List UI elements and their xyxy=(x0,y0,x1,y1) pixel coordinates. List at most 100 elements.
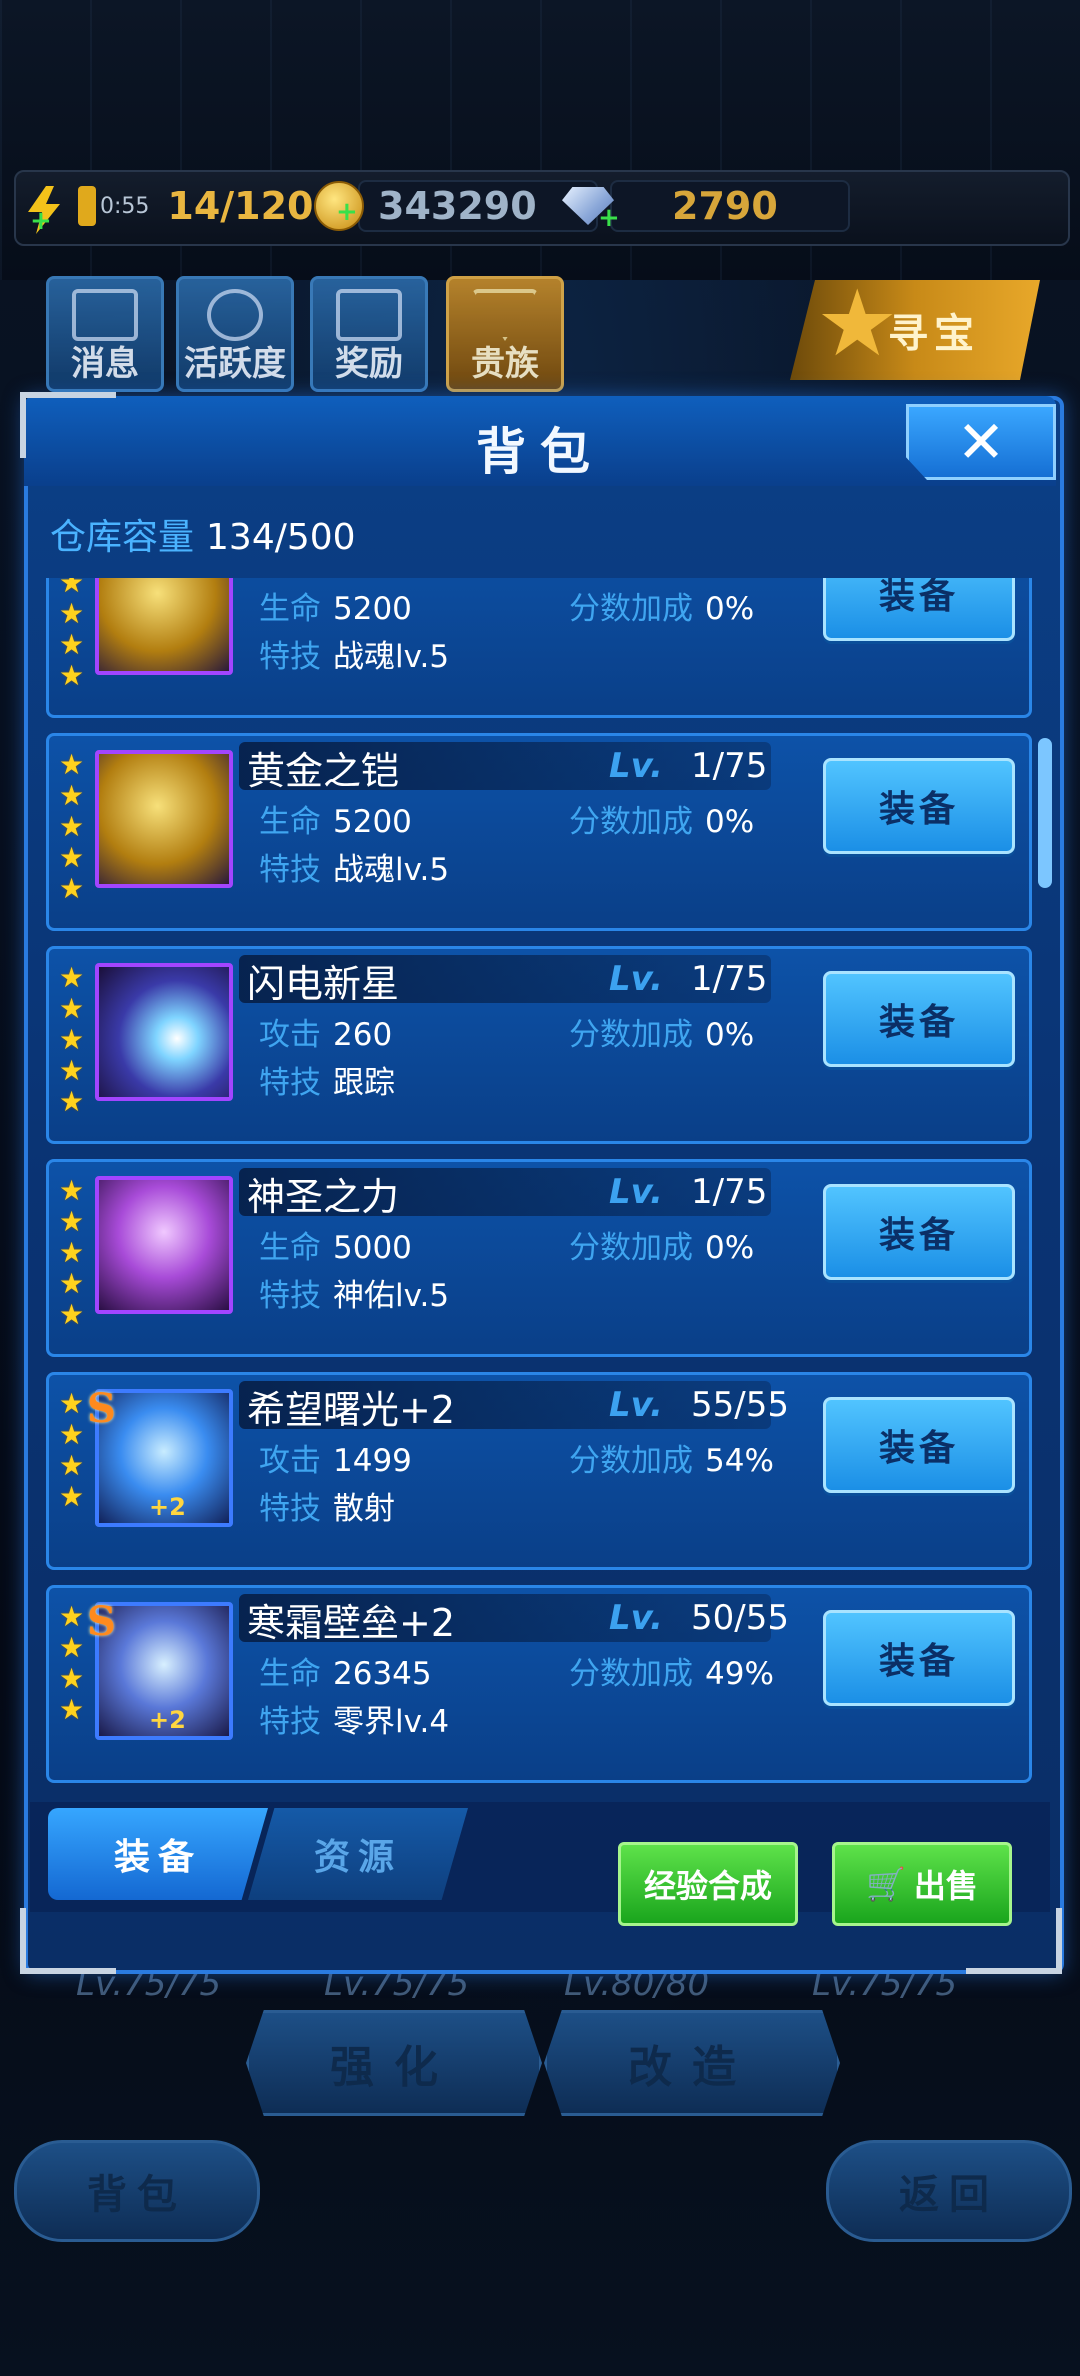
star-icon: ★ xyxy=(59,1480,85,1513)
item-name: 黄金之铠 xyxy=(247,578,399,582)
close-button[interactable]: ✕ xyxy=(906,404,1056,480)
star-icon: ★ xyxy=(59,810,85,843)
gold-armor-icon[interactable] xyxy=(95,750,233,888)
item-card[interactable]: ★★★★★黄金之铠Lv.1/75生命5200分数加成0%特技战魂lv.5装备 xyxy=(46,733,1032,931)
star-icon: ★ xyxy=(59,1174,85,1207)
star-icon: ★ xyxy=(59,597,85,630)
tab-resources[interactable]: 资源 xyxy=(248,1808,468,1900)
star-icon: ★ xyxy=(59,1236,85,1269)
lightning-icon: + xyxy=(24,186,64,236)
star-icon: ★ xyxy=(59,659,85,692)
plus-badge: +2 xyxy=(149,1493,186,1521)
equip-button[interactable]: 装备 xyxy=(823,971,1015,1067)
item-stat: 攻击 1499 xyxy=(259,1443,412,1479)
close-icon: ✕ xyxy=(956,408,1006,476)
holy-power-icon[interactable] xyxy=(95,1176,233,1314)
add-gem-icon[interactable]: + xyxy=(598,203,620,233)
strengthen-button[interactable]: 强化 xyxy=(246,2010,542,2116)
lightning-nova-icon[interactable] xyxy=(95,963,233,1101)
equip-button[interactable]: 装备 xyxy=(823,578,1015,641)
energy-resource[interactable]: + 0:55 14/120 xyxy=(24,180,332,236)
item-bonus: 分数加成 0% xyxy=(569,1017,755,1053)
item-stat: 攻击 260 xyxy=(259,1017,393,1053)
gold-armor-icon[interactable] xyxy=(95,578,233,675)
star-icon: ★ xyxy=(59,1449,85,1482)
item-bonus: 分数加成 0% xyxy=(569,804,755,840)
item-skill: 特技 战魂lv.5 xyxy=(259,639,450,675)
star-icon: ★ xyxy=(59,628,85,661)
star-rating: ★★★★★ xyxy=(59,963,89,1116)
star-icon: ★ xyxy=(59,1085,85,1118)
item-bonus: 分数加成 54% xyxy=(569,1443,774,1479)
item-stat: 生命 5200 xyxy=(259,591,412,627)
star-icon: ★ xyxy=(59,1693,85,1726)
rank-badge: S xyxy=(87,1385,116,1432)
star-icon: ★ xyxy=(59,748,85,781)
energy-bar xyxy=(78,186,96,226)
item-card[interactable]: ★ ★ ★ ★ S +2 寒霜壁垒+2 Lv. 50/55 生命 26345 分数加成 49% 特技 零界l… xyxy=(46,1585,1032,1783)
item-stat: 生命 5200 xyxy=(259,804,412,840)
item-list[interactable]: ★★★★★黄金之铠Lv.1/75生命5200分数加成0%特技战魂lv.5装备★★… xyxy=(46,578,1032,1788)
star-icon: ★ xyxy=(59,1054,85,1087)
bag-button[interactable]: 背包 xyxy=(14,2140,260,2242)
item-skill: 特技 神佑lv.5 xyxy=(259,1278,450,1314)
item-card[interactable]: ★ ★ ★ ★ ★ 神圣之力 Lv. 1/75 生命 5000 分数加成 0% 特技 神佑lv.5 装备 xyxy=(46,1159,1032,1357)
treasure-button[interactable]: ★ 寻宝 xyxy=(790,280,1040,380)
panel-corner-bottom-left xyxy=(20,1908,116,1974)
back-button[interactable]: 返回 xyxy=(826,2140,1072,2242)
star-icon: ★ xyxy=(59,841,85,874)
energy-count: 14/120 xyxy=(167,184,314,228)
star-rating: ★★★★★ xyxy=(59,750,89,903)
coin-resource[interactable]: + 343290 xyxy=(314,180,598,232)
star-icon: ★ xyxy=(59,1205,85,1238)
star-icon: ★ xyxy=(59,1662,85,1695)
item-bonus: 分数加成 0% xyxy=(569,591,755,627)
plus-badge: +2 xyxy=(149,1706,186,1734)
add-energy-icon[interactable]: + xyxy=(30,206,52,236)
exp-merge-button[interactable]: 经验合成 xyxy=(618,1842,798,1926)
item-card[interactable]: ★ ★ ★ ★ S +2 希望曙光+2 Lv. 55/55 攻击 1499 分数加成 54% 特技 散射 装备 xyxy=(46,1372,1032,1570)
noble-v-icon xyxy=(472,289,538,341)
equip-button[interactable]: 装备 xyxy=(823,1397,1015,1493)
star-icon: ★ xyxy=(59,779,85,812)
gem-resource[interactable]: + 2790 xyxy=(562,180,850,233)
star-rating: ★ ★ ★ ★ xyxy=(59,1389,89,1511)
star-icon: ★ xyxy=(59,1267,85,1300)
tab-equipment[interactable]: 装备 xyxy=(48,1808,268,1900)
item-name: 寒霜壁垒+2 xyxy=(247,1601,456,1645)
noble-button[interactable]: 贵族 xyxy=(446,276,564,392)
item-stat: 生命 5000 xyxy=(259,1230,412,1266)
equip-button[interactable]: 装备 xyxy=(823,1610,1015,1706)
star-rating: ★★★★★ xyxy=(59,1176,89,1329)
item-card[interactable]: ★★★★★黄金之铠Lv.1/75生命5200分数加成0%特技战魂lv.5装备 xyxy=(46,578,1032,718)
list-scrollbar[interactable] xyxy=(1038,738,1052,888)
item-bonus: 分数加成 0% xyxy=(569,1230,755,1266)
star-icon: ★ xyxy=(59,1631,85,1664)
item-level: Lv. 1/75 xyxy=(609,746,768,786)
star-icon: ★ xyxy=(59,961,85,994)
rank-badge: S xyxy=(87,1598,116,1645)
item-level: Lv. 1/75 xyxy=(609,1172,768,1212)
equip-button[interactable]: 装备 xyxy=(823,1184,1015,1280)
item-skill: 特技 零界lv.4 xyxy=(259,1704,450,1740)
item-name: 希望曙光+2 xyxy=(247,1388,456,1432)
star-rating: ★★★★★ xyxy=(59,578,89,690)
modify-button[interactable]: 改造 xyxy=(544,2010,840,2116)
star-rating: ★ ★ ★ ★ xyxy=(59,1602,89,1724)
mail-icon xyxy=(72,289,138,341)
star-icon: ★ xyxy=(59,1387,85,1420)
messages-button[interactable]: 消息 xyxy=(46,276,164,392)
star-icon: ★ xyxy=(59,1023,85,1056)
activity-button[interactable]: 活跃度 xyxy=(176,276,294,392)
item-level: Lv. 1/75 xyxy=(609,959,768,999)
storage-capacity: 仓库容量 134/500 xyxy=(50,517,356,558)
add-coin-icon[interactable]: + xyxy=(336,197,358,227)
item-card[interactable]: ★ ★ ★ ★ ★ 闪电新星 Lv. 1/75 攻击 260 分数加成 0% 特技 跟踪 装备 xyxy=(46,946,1032,1144)
sell-button[interactable]: 🛒 出售 xyxy=(832,1842,1012,1926)
equip-button[interactable]: 装备 xyxy=(823,758,1015,854)
star-icon: ★ xyxy=(59,872,85,905)
item-skill: 特技 战魂lv.5 xyxy=(259,852,450,888)
rewards-button[interactable]: 奖励 xyxy=(310,276,428,392)
item-name: 神圣之力 xyxy=(247,1175,400,1219)
smile-badge-icon xyxy=(207,289,263,341)
